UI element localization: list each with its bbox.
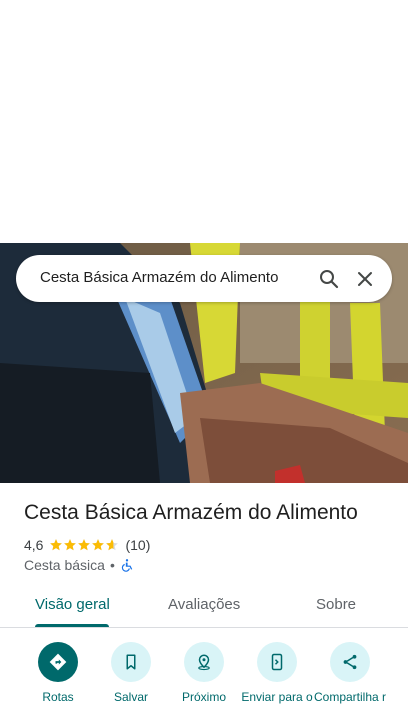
star-icon bbox=[92, 539, 105, 551]
search-input[interactable]: Cesta Básica Armazém do Alimento bbox=[40, 269, 278, 286]
share-button[interactable]: Compartilha r bbox=[313, 638, 387, 704]
send-to-phone-label: Enviar para o bbox=[241, 690, 313, 704]
star-icon bbox=[50, 539, 63, 551]
place-category[interactable]: Cesta básica bbox=[24, 557, 105, 573]
active-tab-indicator bbox=[35, 624, 109, 627]
star-icon bbox=[106, 539, 119, 551]
save-button[interactable]: Salvar bbox=[94, 638, 168, 704]
place-title: Cesta Básica Armazém do Alimento bbox=[24, 501, 358, 524]
tab-overview[interactable]: Visão geral bbox=[35, 596, 110, 613]
star-icon bbox=[78, 539, 91, 551]
directions-label: Rotas bbox=[42, 690, 74, 704]
separator: • bbox=[109, 557, 115, 573]
review-count[interactable]: (10) bbox=[125, 537, 150, 553]
nearby-button[interactable]: Próximo bbox=[167, 638, 241, 704]
directions-button[interactable]: Rotas bbox=[21, 638, 95, 704]
tab-about[interactable]: Sobre bbox=[316, 596, 356, 613]
share-icon bbox=[330, 642, 370, 682]
save-label: Salvar bbox=[113, 690, 148, 704]
rating-value: 4,6 bbox=[24, 537, 44, 553]
star-rating bbox=[49, 538, 119, 552]
search-icon[interactable] bbox=[317, 267, 341, 291]
bookmark-icon bbox=[111, 642, 151, 682]
action-bar: Rotas Salvar Próximo Enviar para o Compa… bbox=[0, 638, 408, 726]
tab-bar: Visão geral Avaliações Sobre bbox=[0, 588, 408, 628]
category-row: Cesta básica • bbox=[24, 556, 134, 574]
send-to-phone-button[interactable]: Enviar para o bbox=[240, 638, 314, 704]
nearby-icon bbox=[184, 642, 224, 682]
send-to-phone-icon bbox=[257, 642, 297, 682]
star-icon bbox=[64, 539, 77, 551]
share-label: Compartilha r bbox=[313, 690, 387, 704]
search-bar[interactable]: Cesta Básica Armazém do Alimento bbox=[16, 255, 392, 302]
tab-reviews[interactable]: Avaliações bbox=[168, 596, 240, 613]
nearby-label: Próximo bbox=[181, 690, 226, 704]
rating-row[interactable]: 4,6 (10) bbox=[24, 536, 150, 554]
directions-icon bbox=[38, 642, 78, 682]
wheelchair-accessible-icon bbox=[120, 558, 134, 572]
close-icon[interactable] bbox=[353, 267, 377, 291]
map-area bbox=[0, 0, 408, 243]
